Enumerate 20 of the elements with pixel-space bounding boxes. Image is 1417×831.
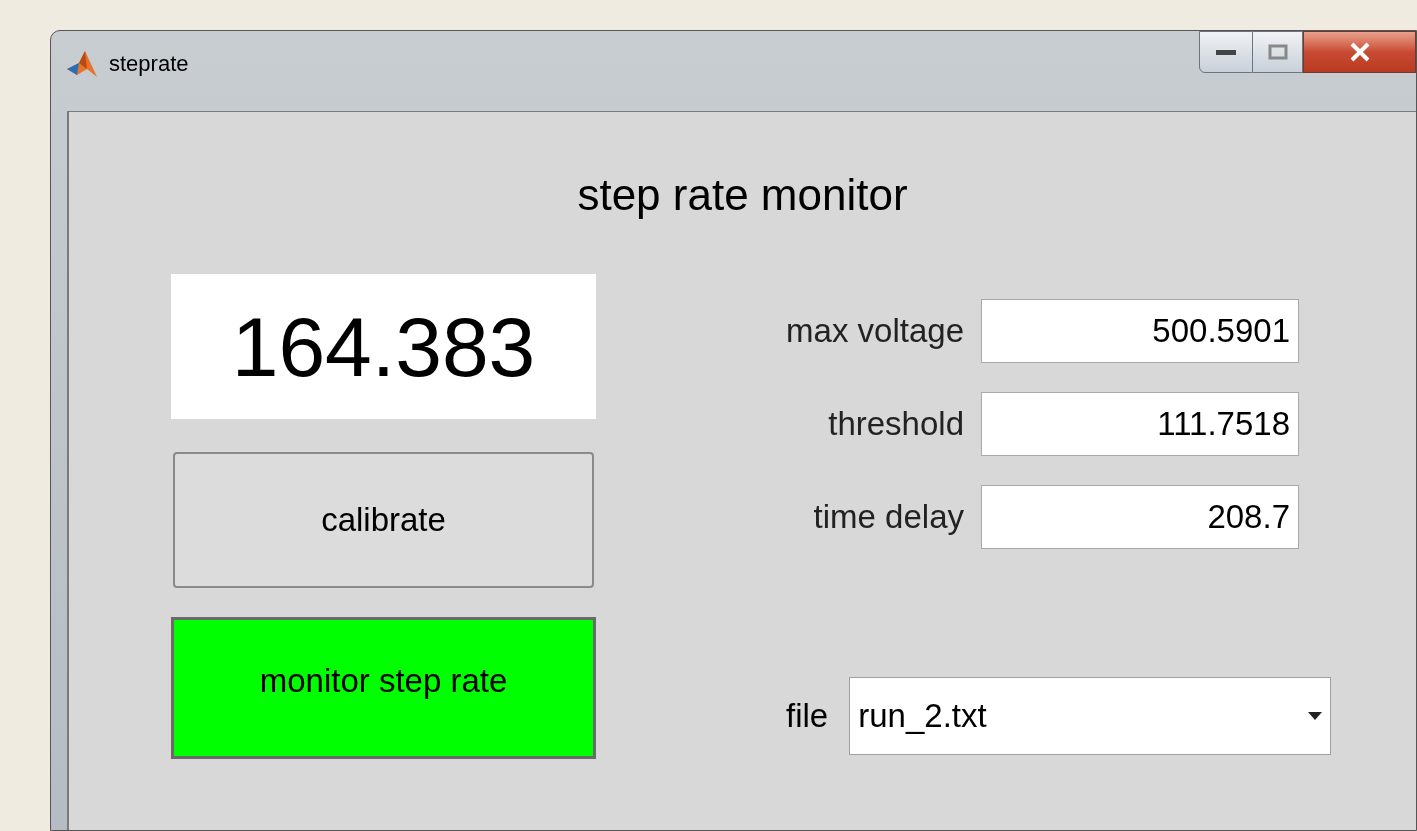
field-label: time delay [812, 497, 965, 538]
input-field[interactable]: 208.7 [981, 485, 1299, 549]
minimize-button[interactable] [1199, 31, 1253, 73]
close-icon [1348, 42, 1371, 62]
file-dropdown[interactable]: run_2.txt [849, 677, 1331, 755]
field-label: max voltage [785, 311, 965, 352]
file-label: file [786, 696, 830, 737]
action-button[interactable]: calibrate [173, 452, 594, 588]
input-field[interactable]: 500.5901 [981, 299, 1299, 363]
maximize-icon [1267, 44, 1288, 60]
dropdown-arrow-icon [1308, 712, 1322, 720]
minimize-icon [1215, 48, 1237, 56]
close-button[interactable] [1303, 31, 1416, 73]
rate-value: 164.383 [231, 298, 536, 396]
maximize-button[interactable] [1253, 31, 1303, 73]
input-field[interactable]: 111.7518 [981, 392, 1299, 456]
window-title: steprate [109, 50, 189, 78]
field-label: threshold [827, 404, 965, 445]
heading: step rate monitor [577, 169, 908, 221]
action-button[interactable]: monitor step rate [171, 617, 596, 759]
